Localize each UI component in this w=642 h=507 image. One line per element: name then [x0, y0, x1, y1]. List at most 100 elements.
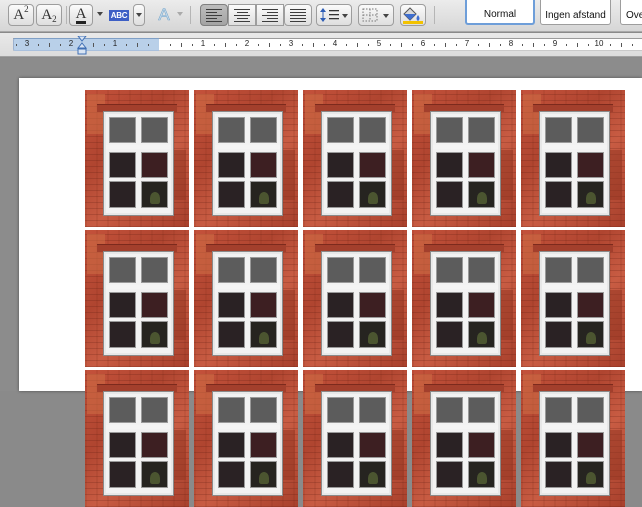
window-pane [468, 321, 495, 348]
text-effects-dropdown-icon[interactable] [177, 12, 183, 16]
window-image[interactable] [521, 230, 625, 367]
window-transom [433, 145, 498, 149]
align-right-button[interactable] [256, 4, 284, 26]
window-frame [213, 392, 282, 495]
ruler-tick [302, 44, 303, 46]
window-frame [322, 392, 391, 495]
ruler-tick [170, 44, 171, 46]
window-pane [545, 397, 572, 423]
ruler-number: 3 [288, 39, 294, 48]
window-frame [104, 392, 173, 495]
ruler-number: 1 [200, 39, 206, 48]
window-pane [218, 152, 245, 178]
ruler-number: 4 [332, 39, 338, 48]
window-image[interactable] [303, 230, 407, 367]
brick-texture [87, 234, 105, 274]
window-pane [468, 461, 495, 488]
style-overskrift[interactable]: Ove [620, 0, 642, 25]
window-image[interactable] [194, 90, 298, 227]
ruler-tick [16, 44, 17, 46]
plant-icon [586, 472, 596, 484]
superscript-button[interactable]: A2 [8, 4, 34, 26]
text-effects-button[interactable]: A [152, 4, 176, 26]
window-pane [218, 117, 245, 143]
ruler-tick [500, 44, 501, 46]
text-effects-icon: A [158, 5, 170, 25]
align-left-button[interactable] [200, 4, 228, 26]
style-normal[interactable]: Normal [465, 0, 535, 25]
justify-button[interactable] [284, 4, 312, 26]
ruler-tick [269, 43, 270, 47]
window-pane [359, 152, 386, 178]
style-no-spacing[interactable]: Ingen afstand [540, 0, 611, 25]
window-pane [327, 397, 354, 423]
toolbar-separator [190, 6, 191, 24]
window-pane [327, 117, 354, 143]
brick-texture [196, 234, 214, 274]
indent-marker-icon[interactable] [77, 36, 87, 55]
toolbar-separator [66, 6, 67, 24]
window-pane [218, 397, 245, 423]
ruler-tick [368, 44, 369, 46]
window-image[interactable] [412, 90, 516, 227]
font-color-button[interactable]: A [69, 4, 93, 26]
window-pane [577, 321, 604, 348]
shading-button[interactable] [400, 4, 426, 26]
window-frame [540, 392, 609, 495]
superscript-mark: 2 [24, 4, 29, 14]
window-transom [215, 285, 280, 289]
plant-icon [368, 332, 378, 344]
ruler-tick [588, 44, 589, 46]
ruler-tick [214, 44, 215, 46]
style-no-spacing-label: Ingen afstand [545, 10, 606, 21]
ruler-tick [478, 44, 479, 46]
ruler-number: 5 [376, 39, 382, 48]
window-image[interactable] [412, 230, 516, 367]
plant-icon [586, 192, 596, 204]
window-pane [468, 432, 495, 458]
window-pane [436, 117, 463, 143]
font-color-dropdown-icon[interactable] [97, 12, 103, 16]
ruler-tick [456, 44, 457, 46]
window-pane [141, 432, 168, 458]
ruler-tick [390, 44, 391, 46]
window-lintel [424, 244, 504, 252]
ruler-tick [610, 44, 611, 46]
window-image[interactable] [521, 90, 625, 227]
align-center-button[interactable] [228, 4, 256, 26]
ruler-tick [280, 44, 281, 46]
ruler-tick [434, 44, 435, 46]
highlight-dropdown-button[interactable] [133, 4, 145, 26]
window-pane [545, 152, 572, 178]
ruler-tick [313, 43, 314, 47]
window-frame [540, 112, 609, 215]
highlight-button[interactable]: ABC [106, 4, 132, 26]
borders-button[interactable] [358, 4, 394, 26]
window-pane [218, 321, 245, 348]
plant-icon [368, 192, 378, 204]
window-image[interactable] [85, 230, 189, 367]
brick-texture [305, 94, 323, 134]
brick-texture [305, 374, 323, 414]
window-image[interactable] [194, 230, 298, 367]
window-image[interactable] [85, 90, 189, 227]
window-transom [542, 425, 607, 429]
ruler-tick [192, 44, 193, 46]
ruler-number: 1 [112, 39, 118, 48]
window-pane [545, 432, 572, 458]
subscript-letter: A [41, 6, 53, 23]
paint-bucket-icon [403, 7, 423, 24]
window-pane [577, 257, 604, 283]
window-lintel [97, 244, 177, 252]
brick-texture [87, 374, 105, 414]
document-page[interactable] [19, 78, 642, 507]
window-pane [359, 292, 386, 318]
brick-texture [523, 94, 541, 134]
line-spacing-button[interactable] [316, 4, 352, 26]
horizontal-ruler[interactable]: 3 2 1 1 2 3 4 5 6 7 8 9 10 [0, 33, 642, 57]
window-image[interactable] [303, 90, 407, 227]
window-pane [141, 117, 168, 143]
subscript-button[interactable]: A2 [36, 4, 62, 26]
ruler-number: 6 [420, 39, 426, 48]
ruler-tick [489, 43, 490, 47]
